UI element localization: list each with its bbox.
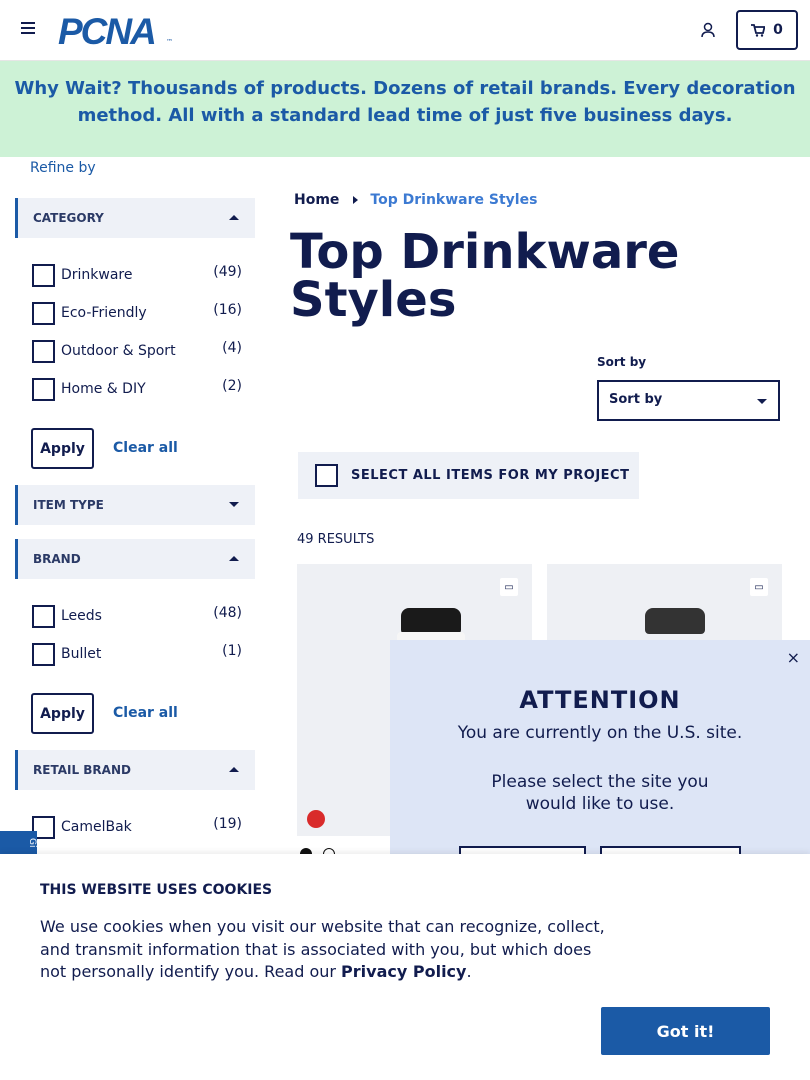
page-title: Top Drinkware Styles (290, 224, 680, 328)
facet-item-count: (19) (213, 816, 242, 832)
collapse-icon (229, 556, 239, 561)
refine-by-label: Refine by (30, 160, 96, 176)
facet-title: RETAIL BRAND (33, 763, 131, 777)
chevron-down-icon (757, 399, 767, 404)
close-icon[interactable]: × (787, 648, 800, 667)
cart-icon (751, 23, 766, 37)
site-header: PCNA ™ 0 (0, 0, 810, 61)
pcna-logo[interactable]: PCNA (58, 13, 157, 50)
facet-item-label: Drinkware (61, 267, 133, 283)
checkbox[interactable] (32, 605, 55, 628)
facet-item-label: Bullet (61, 646, 102, 662)
facet-item-home-diy[interactable]: Home & DIY (2) (32, 378, 242, 402)
breadcrumb-current: Top Drinkware Styles (370, 192, 538, 208)
cookie-body: We use cookies when you visit our websit… (40, 917, 605, 981)
facet-retail-brand-header[interactable]: RETAIL BRAND (15, 750, 255, 790)
cookie-title: THIS WEBSITE USES COOKIES (40, 882, 273, 898)
cookie-period: . (466, 962, 472, 981)
facet-item-type-header[interactable]: ITEM TYPE (15, 485, 255, 525)
facet-item-count: (16) (213, 302, 242, 318)
retail-brand-badge-icon (307, 810, 325, 828)
facet-item-label: Leeds (61, 608, 102, 624)
promo-text: Thousands of products. Dozens of retail … (77, 78, 796, 126)
account-icon[interactable] (700, 22, 716, 38)
facet-item-drinkware[interactable]: Drinkware (49) (32, 264, 242, 288)
facet-brand-header[interactable]: BRAND (15, 539, 255, 579)
expand-icon (229, 502, 239, 507)
checkbox[interactable] (32, 378, 55, 401)
facet-item-label: Eco-Friendly (61, 305, 147, 321)
logo-trademark: ™ (166, 38, 173, 46)
cookie-banner: THIS WEBSITE USES COOKIES We use cookies… (0, 854, 810, 1080)
facet-item-leeds[interactable]: Leeds (48) (32, 605, 242, 629)
breadcrumb-home[interactable]: Home (294, 192, 339, 208)
facet-item-eco-friendly[interactable]: Eco-Friendly (16) (32, 302, 242, 326)
facet-item-bullet[interactable]: Bullet (1) (32, 643, 242, 667)
region-modal: × ATTENTION You are currently on the U.S… (390, 640, 810, 858)
facet-item-label: Outdoor & Sport (61, 343, 176, 359)
sort-label: Sort by (597, 355, 647, 369)
facet-item-count: (1) (222, 643, 242, 659)
select-all-label: SELECT ALL ITEMS FOR MY PROJECT (351, 468, 630, 483)
facet-item-label: Home & DIY (61, 381, 146, 397)
breadcrumb: Home Top Drinkware Styles (294, 192, 537, 208)
facet-item-outdoor-sport[interactable]: Outdoor & Sport (4) (32, 340, 242, 364)
brand-clear-all-link[interactable]: Clear all (113, 705, 178, 721)
checkbox[interactable] (32, 302, 55, 325)
select-all-checkbox[interactable] (315, 464, 338, 487)
facet-title: BRAND (33, 552, 81, 566)
facet-title: CATEGORY (33, 211, 104, 225)
facet-item-count: (49) (213, 264, 242, 280)
results-count: 49 RESULTS (297, 532, 375, 547)
collapse-icon (229, 767, 239, 772)
facet-item-count: (2) (222, 378, 242, 394)
modal-line: would like to use. (525, 794, 675, 814)
add-to-project-icon[interactable]: ▭ (500, 578, 518, 596)
facet-item-count: (4) (222, 340, 242, 356)
sort-select-value: Sort by (609, 392, 663, 407)
product-image (645, 608, 705, 634)
facet-item-label: CamelBak (61, 819, 132, 835)
facet-item-camelbak[interactable]: CamelBak (19) (32, 816, 242, 840)
promo-banner: Why Wait? Thousands of products. Dozens … (0, 61, 810, 157)
checkbox[interactable] (32, 643, 55, 666)
cart-button[interactable]: 0 (736, 10, 798, 50)
brand-apply-button[interactable]: Apply (31, 693, 94, 734)
sort-select[interactable]: Sort by (597, 380, 780, 421)
promo-lead: Why Wait? (14, 78, 122, 99)
facet-title: ITEM TYPE (33, 498, 104, 512)
checkbox[interactable] (32, 340, 55, 363)
breadcrumb-arrow-icon (353, 196, 359, 204)
feedback-tab[interactable]: Gi (0, 831, 37, 855)
modal-title: ATTENTION (519, 686, 681, 714)
category-clear-all-link[interactable]: Clear all (113, 440, 178, 456)
checkbox[interactable] (32, 264, 55, 287)
menu-icon[interactable] (21, 22, 35, 36)
modal-line: Please select the site you (491, 772, 709, 792)
cookie-accept-button[interactable]: Got it! (601, 1007, 770, 1055)
modal-line: You are currently on the U.S. site. (457, 723, 743, 743)
category-apply-button[interactable]: Apply (31, 428, 94, 469)
add-to-project-icon[interactable]: ▭ (750, 578, 768, 596)
facet-item-count: (48) (213, 605, 242, 621)
privacy-policy-link[interactable]: Privacy Policy (341, 962, 466, 981)
facet-category-header[interactable]: CATEGORY (15, 198, 255, 238)
cart-count: 0 (773, 22, 783, 38)
collapse-icon (229, 215, 239, 220)
select-all-items[interactable]: SELECT ALL ITEMS FOR MY PROJECT (298, 452, 639, 499)
product-image (401, 608, 461, 634)
cookie-text: We use cookies when you visit our websit… (40, 916, 610, 984)
